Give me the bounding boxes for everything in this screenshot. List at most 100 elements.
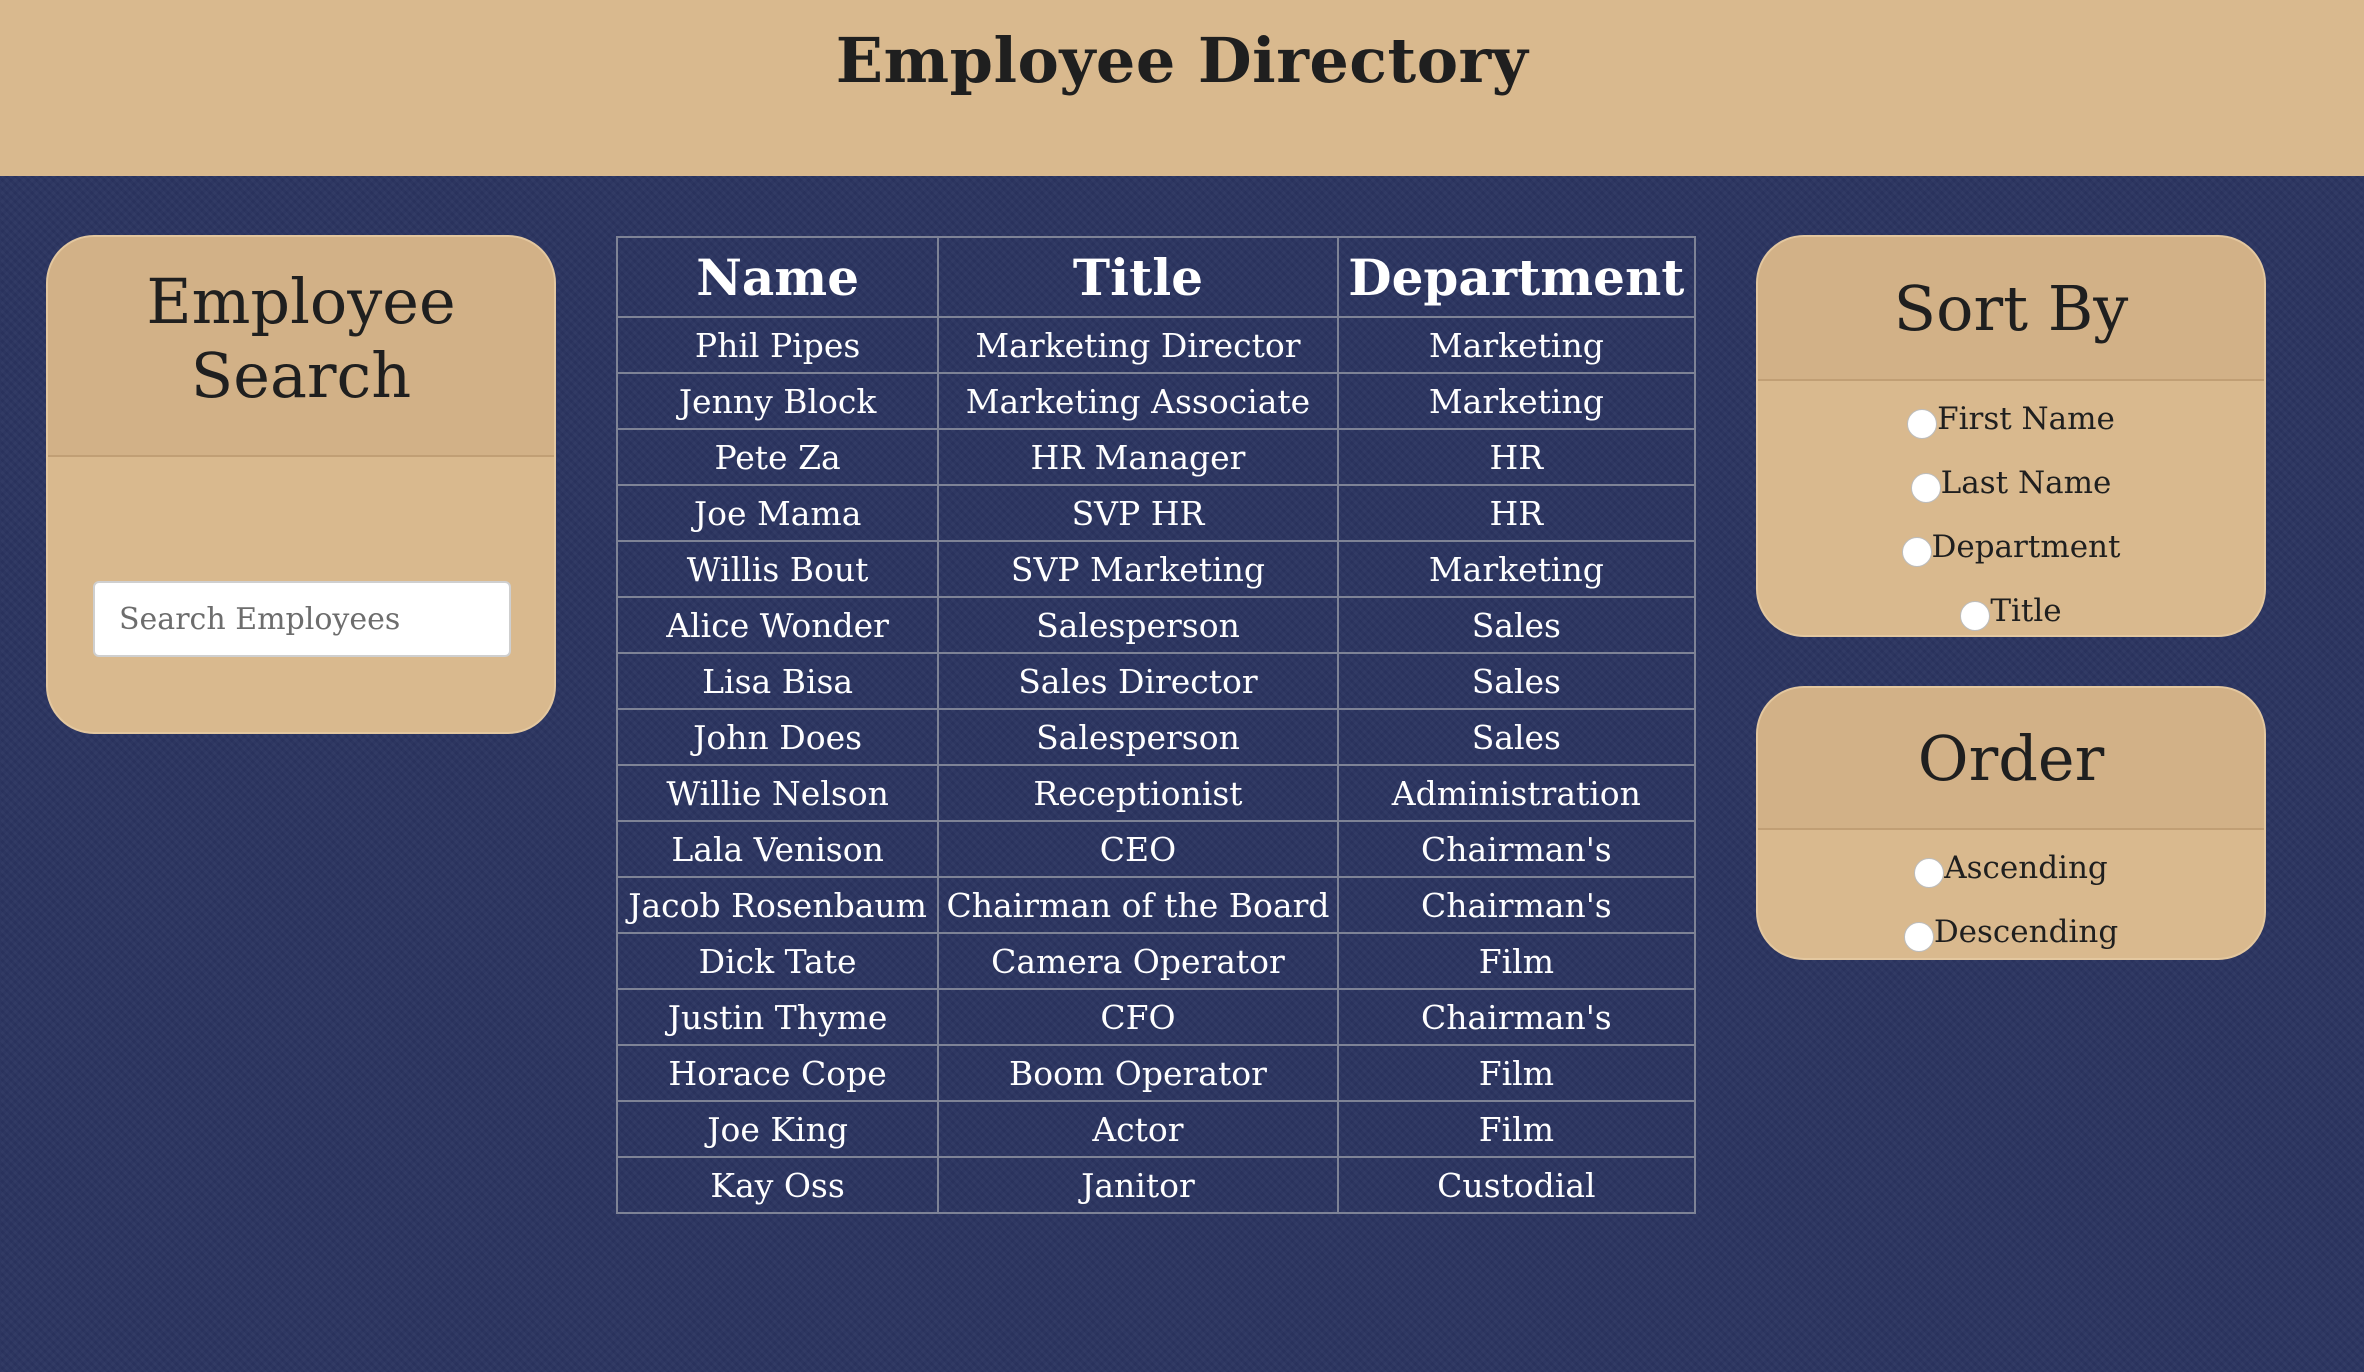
cell-title: HR Manager [937, 428, 1339, 486]
cell-department: Film [1336, 1100, 1697, 1158]
cell-department: Marketing [1336, 540, 1697, 598]
cell-department: HR [1336, 484, 1697, 542]
cell-department: Administration [1336, 764, 1697, 822]
sort-option-label: First Name [1937, 401, 2115, 437]
table-row: Joe Mama SVP HR HR [615, 484, 1697, 542]
table-row: Horace Cope Boom Operator Film [615, 1044, 1697, 1102]
table-row: Pete Za HR Manager HR [615, 428, 1697, 486]
cell-title: CFO [937, 988, 1339, 1046]
table-row: Willis Bout SVP Marketing Marketing [615, 540, 1697, 598]
cell-name: Jacob Rosenbaum [615, 876, 940, 934]
cell-title: Sales Director [937, 652, 1339, 710]
order-descending-radio[interactable] [1903, 922, 1934, 952]
cell-name: Phil Pipes [615, 316, 940, 374]
order-options: Ascending Descending [1758, 830, 2264, 958]
sort-department-radio[interactable] [1901, 537, 1932, 567]
cell-title: Salesperson [937, 708, 1339, 766]
cell-name: John Does [615, 708, 940, 766]
sort-first-name-radio[interactable] [1907, 409, 1938, 439]
cell-title: Janitor [937, 1156, 1339, 1214]
cell-title: Marketing Director [937, 316, 1339, 374]
order-heading: Order [1758, 688, 2264, 830]
order-option-descending[interactable]: Descending [1758, 900, 2264, 958]
employee-search-panel: Employee Search [46, 235, 556, 734]
table-row: Lala Venison CEO Chairman's [615, 820, 1697, 878]
sort-option-title[interactable]: Title [1758, 579, 2264, 635]
cell-title: SVP HR [937, 484, 1339, 542]
table-row: Justin Thyme CFO Chairman's [615, 988, 1697, 1046]
employee-search-heading: Employee Search [48, 237, 554, 457]
table-row: Dick Tate Camera Operator Film [615, 932, 1697, 990]
order-option-ascending[interactable]: Ascending [1758, 836, 2264, 900]
column-header-title: Title [937, 236, 1339, 318]
table-row: Lisa Bisa Sales Director Sales [615, 652, 1697, 710]
employee-table-container: Name Title Department Phil Pipes Marketin… [615, 236, 1697, 1214]
cell-name: Willie Nelson [615, 764, 940, 822]
table-header-row: Name Title Department [615, 236, 1697, 318]
cell-title: CEO [937, 820, 1339, 878]
cell-department: Marketing [1336, 372, 1697, 430]
cell-department: Film [1336, 932, 1697, 990]
table-row: Alice Wonder Salesperson Sales [615, 596, 1697, 654]
table-row: John Does Salesperson Sales [615, 708, 1697, 766]
table-row: Joe King Actor Film [615, 1100, 1697, 1158]
table-row: Willie Nelson Receptionist Administration [615, 764, 1697, 822]
table-row: Jenny Block Marketing Associate Marketing [615, 372, 1697, 430]
sort-option-department[interactable]: Department [1758, 515, 2264, 579]
cell-name: Pete Za [615, 428, 940, 486]
order-option-label: Descending [1933, 914, 2119, 950]
cell-name: Dick Tate [615, 932, 940, 990]
sort-option-label: Department [1931, 529, 2121, 565]
cell-title: Receptionist [937, 764, 1339, 822]
sort-option-label: Title [1990, 593, 2062, 629]
cell-name: Joe Mama [615, 484, 940, 542]
cell-department: Chairman's [1336, 988, 1697, 1046]
sort-by-panel: Sort By First Name Last Name Department … [1756, 235, 2266, 637]
sort-last-name-radio[interactable] [1910, 473, 1941, 503]
cell-title: Marketing Associate [937, 372, 1339, 430]
cell-department: Film [1336, 1044, 1697, 1102]
page-header: Employee Directory [0, 0, 2364, 176]
order-ascending-radio[interactable] [1914, 858, 1945, 888]
table-row: Phil Pipes Marketing Director Marketing [615, 316, 1697, 374]
sort-title-radio[interactable] [1960, 601, 1991, 631]
cell-title: Camera Operator [937, 932, 1339, 990]
cell-name: Justin Thyme [615, 988, 940, 1046]
cell-department: Chairman's [1336, 820, 1697, 878]
cell-title: SVP Marketing [937, 540, 1339, 598]
sort-option-last-name[interactable]: Last Name [1758, 451, 2264, 515]
cell-title: Chairman of the Board [937, 876, 1339, 934]
cell-department: Chairman's [1336, 876, 1697, 934]
sort-option-first-name[interactable]: First Name [1758, 387, 2264, 451]
employee-search-heading-line2: Search [190, 339, 412, 412]
table-row: Jacob Rosenbaum Chairman of the Board Chai… [615, 876, 1697, 934]
page-title: Employee Directory [835, 24, 1529, 97]
cell-name: Lisa Bisa [615, 652, 940, 710]
sort-by-heading: Sort By [1758, 237, 2264, 381]
cell-department: Sales [1336, 708, 1697, 766]
cell-name: Willis Bout [615, 540, 940, 598]
sort-by-options: First Name Last Name Department Title [1758, 381, 2264, 635]
cell-title: Salesperson [937, 596, 1339, 654]
cell-name: Alice Wonder [615, 596, 940, 654]
employee-table: Name Title Department Phil Pipes Marketin… [615, 236, 1697, 1214]
cell-name: Jenny Block [615, 372, 940, 430]
cell-name: Lala Venison [615, 820, 940, 878]
cell-name: Kay Oss [615, 1156, 940, 1214]
employee-search-heading-line1: Employee [146, 265, 456, 338]
cell-name: Joe King [615, 1100, 940, 1158]
cell-name: Horace Cope [615, 1044, 940, 1102]
column-header-name: Name [615, 236, 940, 318]
cell-department: Sales [1336, 596, 1697, 654]
cell-title: Boom Operator [937, 1044, 1339, 1102]
order-panel: Order Ascending Descending [1756, 686, 2266, 960]
order-option-label: Ascending [1944, 850, 2108, 886]
cell-title: Actor [937, 1100, 1339, 1158]
cell-department: HR [1336, 428, 1697, 486]
cell-department: Sales [1336, 652, 1697, 710]
sort-option-label: Last Name [1940, 465, 2112, 501]
search-input[interactable] [93, 581, 511, 657]
cell-department: Marketing [1336, 316, 1697, 374]
table-row: Kay Oss Janitor Custodial [615, 1156, 1697, 1214]
column-header-department: Department [1336, 236, 1697, 318]
